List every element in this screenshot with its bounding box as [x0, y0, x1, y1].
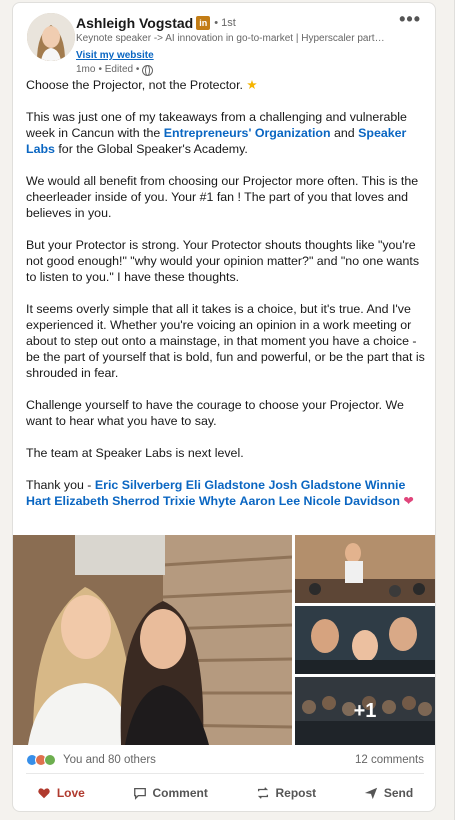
post-paragraph-3: We would all benefit from choosing our P…	[26, 174, 419, 220]
post-thanks: Thank you - Eric Silverberg Eli Gladston…	[26, 478, 414, 508]
side-photo-2[interactable]	[295, 606, 435, 674]
edited-label: • Edited •	[98, 64, 140, 75]
comment-button[interactable]: Comment	[125, 782, 216, 804]
globe-icon	[142, 64, 154, 76]
photo-two-women	[13, 535, 292, 745]
visit-website-link[interactable]: Visit my website	[76, 49, 154, 62]
author-name[interactable]: Ashleigh Vogstad	[76, 15, 193, 31]
support-reaction-icon	[44, 754, 56, 766]
side-photo-1[interactable]	[295, 535, 435, 603]
comment-icon	[133, 787, 146, 800]
mention-person[interactable]: Trixie Whyte	[163, 494, 236, 508]
photo-stage	[295, 535, 435, 603]
mention-person[interactable]: Eli Gladstone	[186, 478, 265, 492]
post-text: Choose the Projector, not the Protector.…	[26, 77, 430, 525]
repost-icon	[257, 787, 268, 799]
connection-degree: • 1st	[214, 17, 236, 29]
mention-person[interactable]: Eric Silverberg	[95, 478, 182, 492]
heart-icon	[38, 788, 50, 799]
mention-person[interactable]: Josh Gladstone	[268, 478, 361, 492]
post-paragraph-7: The team at Speaker Labs is next level.	[26, 446, 244, 460]
more-photos-count[interactable]: +1	[295, 677, 435, 745]
reactions-summary[interactable]: You and 80 others	[26, 754, 156, 766]
action-bar: Love Comment Repost Send	[13, 778, 435, 808]
post-paragraph-5: It seems overly simple that all it takes…	[26, 302, 425, 380]
send-icon	[364, 787, 377, 800]
more-options-button[interactable]: •••	[399, 9, 421, 30]
star-icon: ★	[246, 78, 258, 92]
linkedin-premium-icon: in	[196, 16, 211, 30]
post-time: 1mo	[76, 64, 96, 75]
author-avatar[interactable]	[27, 13, 75, 61]
post-images: +1	[13, 535, 435, 745]
social-counts: You and 80 others 12 comments	[26, 751, 424, 769]
mention-person[interactable]: Elizabeth Sherrod	[54, 494, 159, 508]
love-button[interactable]: Love	[29, 782, 93, 804]
avatar-photo	[27, 13, 75, 61]
mention-person[interactable]: Aaron Lee	[240, 494, 301, 508]
send-button[interactable]: Send	[356, 782, 421, 804]
post-paragraph-4: But your Protector is strong. Your Prote…	[26, 238, 420, 284]
photo-group-selfie	[295, 606, 435, 674]
post-paragraph-1: Choose the Projector, not the Protector.…	[26, 78, 258, 92]
post-paragraph-2: This was just one of my takeaways from a…	[26, 110, 407, 156]
main-photo[interactable]	[13, 535, 292, 745]
mention-entrepreneurs-organization[interactable]: Entrepreneurs' Organization	[164, 126, 331, 140]
author-info: Ashleigh Vogstad in • 1st Keynote speake…	[76, 14, 396, 77]
scrollbar-track[interactable]	[454, 0, 468, 820]
side-photo-3[interactable]: +1	[295, 677, 435, 745]
comments-count[interactable]: 12 comments	[355, 754, 424, 766]
repost-button[interactable]: Repost	[248, 782, 325, 804]
reactions-count: You and 80 others	[63, 754, 156, 766]
mention-person[interactable]: Nicole Davidson	[304, 494, 400, 508]
author-headline: Keynote speaker -> AI innovation in go-t…	[76, 33, 385, 44]
divider	[26, 773, 424, 774]
feed-post-card: Ashleigh Vogstad in • 1st Keynote speake…	[12, 2, 436, 812]
heart-icon: ❤	[403, 494, 414, 508]
post-paragraph-6: Challenge yourself to have the courage t…	[26, 398, 404, 428]
